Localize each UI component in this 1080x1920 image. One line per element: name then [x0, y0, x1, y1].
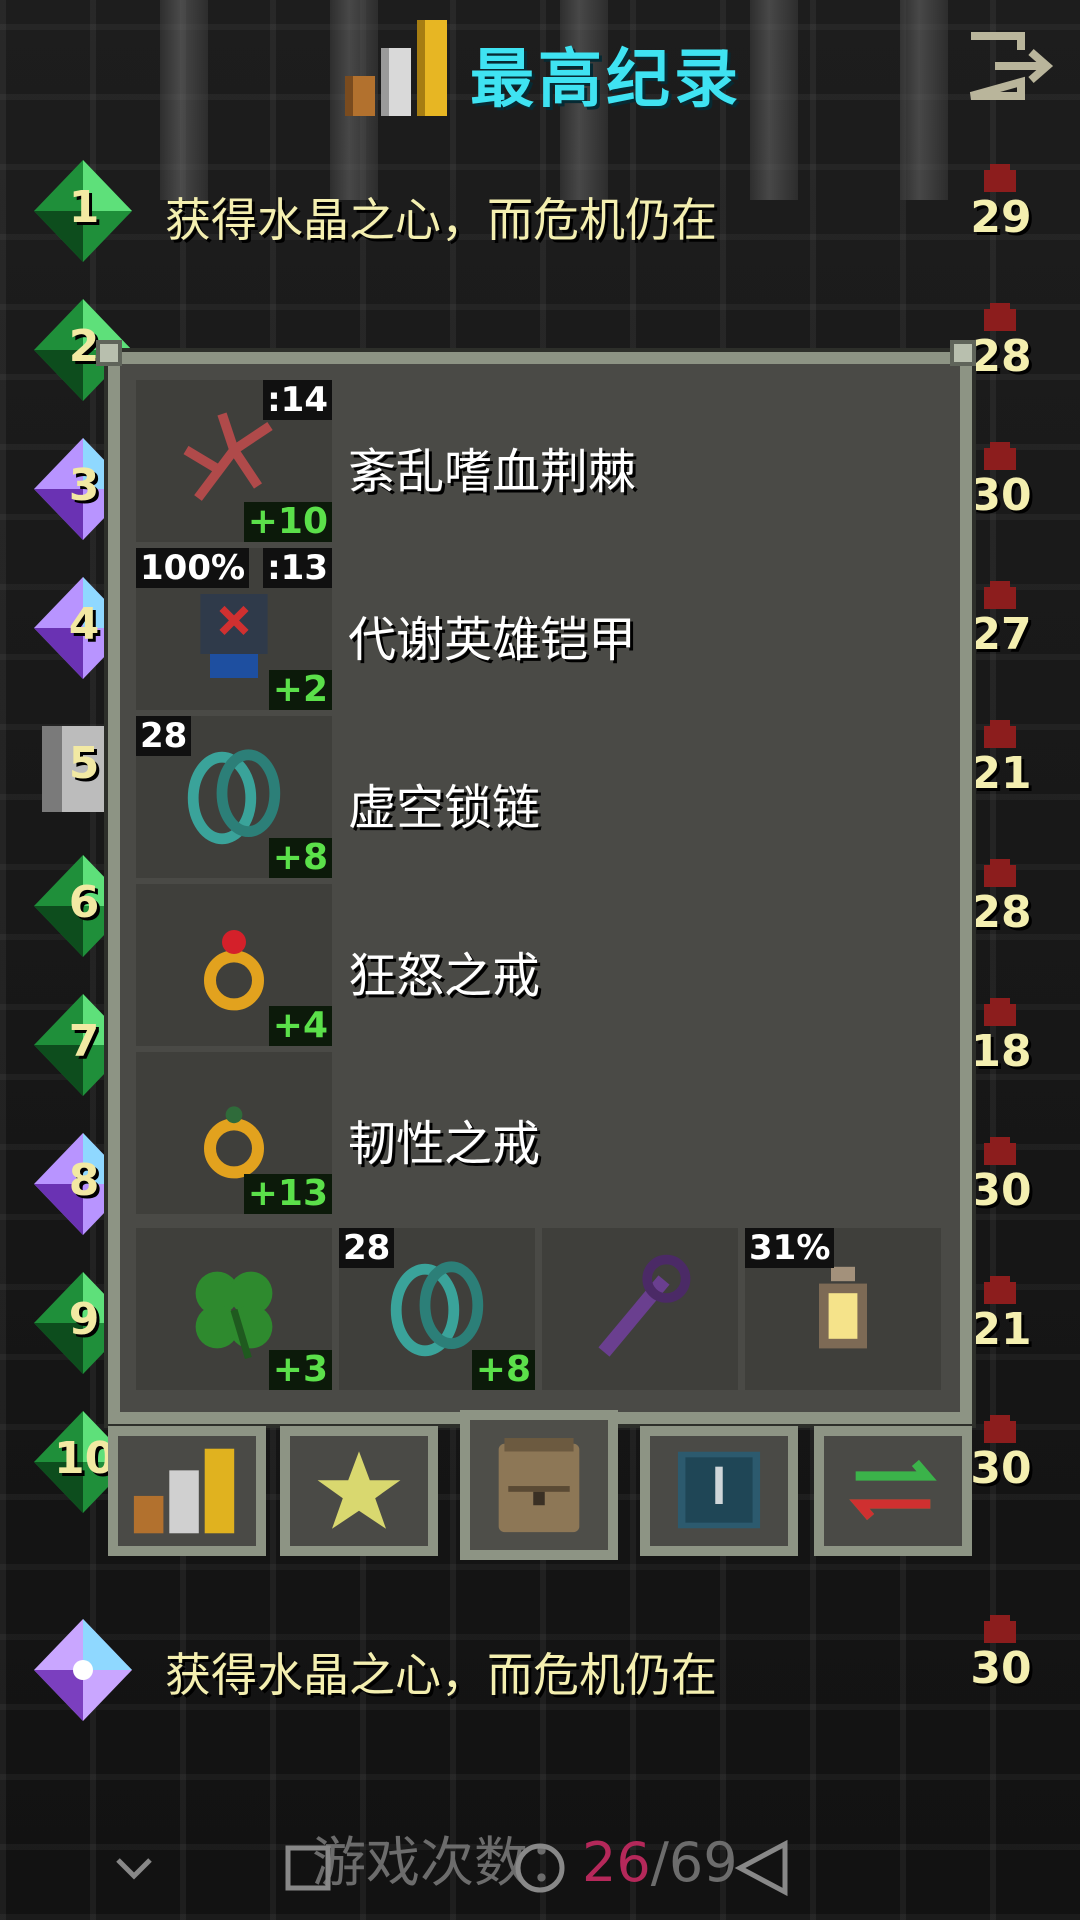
panel-corner: [96, 340, 122, 366]
record-badge-icon: [984, 1137, 1016, 1165]
item-slot[interactable]: :14 +10: [136, 380, 332, 542]
swap-arrows-icon: [849, 1459, 937, 1521]
page-title: 最高纪录: [470, 43, 742, 117]
tab-rankings[interactable]: [108, 1426, 266, 1556]
item-upgrade-level: +10: [243, 502, 332, 542]
record-score: 18: [970, 1026, 1032, 1077]
item-charge-label: :13: [263, 548, 332, 588]
panel-corner: [950, 340, 976, 366]
record-score: 28: [970, 331, 1032, 382]
item-name: 韧性之戒: [348, 1116, 541, 1172]
record-badge-icon: [984, 581, 1016, 609]
record-score: 21: [970, 748, 1032, 799]
record-badge-icon: [984, 303, 1016, 331]
quick-slot[interactable]: 28 +8: [339, 1228, 535, 1390]
record-badge-icon: [984, 720, 1016, 748]
item-slot[interactable]: 28 +8: [136, 716, 332, 878]
record-row[interactable]: 1 获得水晶之心，而危机仍在 29: [0, 156, 1080, 266]
quick-slot[interactable]: [542, 1228, 738, 1390]
item-top-left-label: 100%: [136, 548, 250, 588]
skull-icon: [984, 1615, 1016, 1643]
crystal-heart-icon: [34, 1619, 132, 1721]
record-score: 30: [970, 1443, 1032, 1494]
record-rank: 4: [68, 599, 100, 650]
star-icon: [317, 1451, 401, 1529]
rankings-icon: [133, 1448, 235, 1534]
item-slot[interactable]: +13: [136, 1052, 332, 1214]
quick-slot-upgrade-level: +8: [471, 1350, 535, 1390]
record-rank: 6: [68, 877, 100, 928]
current-record-row[interactable]: 获得水晶之心，而危机仍在 30: [0, 1615, 1080, 1725]
tab-swap[interactable]: [814, 1426, 972, 1556]
record-score: 21: [970, 1304, 1032, 1355]
backpack-icon: [498, 1438, 580, 1533]
item-name: 代谢英雄铠甲: [348, 612, 637, 668]
panel-tabs: [108, 1410, 972, 1560]
header: 最高纪录: [0, 0, 1080, 150]
rankings-icon: [345, 20, 447, 116]
record-score: 30: [970, 1165, 1032, 1216]
record-rank: 1: [68, 182, 100, 233]
item-name: 虚空锁链: [348, 780, 541, 836]
recents-square-icon[interactable]: [285, 1845, 331, 1891]
system-navbar: [116, 1840, 788, 1897]
item-upgrade-level: +8: [268, 838, 332, 878]
equipment-item[interactable]: 100% :13 +2 代谢英雄铠甲: [136, 548, 938, 710]
tab-badges[interactable]: [280, 1426, 438, 1556]
lantern-icon: [819, 1266, 867, 1349]
item-name: 狂怒之戒: [348, 948, 541, 1004]
record-text: 获得水晶之心，而危机仍在: [165, 193, 717, 247]
wand-icon: [598, 1254, 691, 1357]
record-badge-icon: [984, 859, 1016, 887]
record-rank: 8: [68, 1155, 100, 1206]
record-rank: 7: [68, 1016, 100, 1067]
item-name: 紊乱嗜血荆棘: [348, 444, 637, 500]
quick-slot[interactable]: 31%: [745, 1228, 941, 1390]
item-charge-label: :14: [263, 380, 332, 420]
item-slot[interactable]: 100% :13 +2: [136, 548, 332, 710]
record-rank: 3: [68, 460, 100, 511]
quick-slot[interactable]: +3: [136, 1228, 332, 1390]
record-rank: 9: [68, 1294, 100, 1345]
exit-icon: [969, 32, 1054, 100]
record-score: 30: [970, 470, 1032, 521]
record-rank: 10: [54, 1433, 116, 1484]
record-badge-icon: [984, 1415, 1016, 1443]
item-upgrade-level: +4: [268, 1006, 332, 1046]
record-score: 29: [970, 192, 1032, 243]
equipment-item[interactable]: :14 +10 紊乱嗜血荆棘: [136, 380, 938, 542]
item-upgrade-level: +13: [243, 1174, 332, 1214]
back-triangle-icon[interactable]: [734, 1840, 788, 1897]
item-slot[interactable]: +4: [136, 884, 332, 1046]
record-badge-icon: [984, 998, 1016, 1026]
journal-icon: [677, 1451, 761, 1529]
tab-journal[interactable]: [640, 1426, 798, 1556]
record-rank: 5: [68, 738, 100, 789]
record-score: 28: [970, 887, 1032, 938]
record-score: 27: [970, 609, 1032, 660]
record-badge-icon: [984, 164, 1016, 192]
home-circle-icon[interactable]: [515, 1843, 565, 1893]
equipment-item[interactable]: 28 +8 虚空锁链: [136, 716, 938, 878]
quick-slot-upgrade-level: +3: [268, 1350, 332, 1390]
quick-slot-top-label: 28: [339, 1228, 395, 1268]
equipment-item[interactable]: +13 韧性之戒: [136, 1052, 938, 1214]
item-top-left-label: 28: [136, 716, 192, 756]
quick-slot-top-label: 31%: [745, 1228, 835, 1268]
exit-button[interactable]: [965, 30, 1057, 102]
current-record-text: 获得水晶之心，而危机仍在: [165, 1648, 717, 1702]
current-record-score: 30: [970, 1643, 1032, 1694]
collapse-chevron-icon[interactable]: [116, 1858, 152, 1880]
item-upgrade-level: +2: [268, 670, 332, 710]
record-badge-icon: [984, 442, 1016, 470]
equipment-item[interactable]: +4 狂怒之戒: [136, 884, 938, 1046]
tab-inventory[interactable]: [460, 1410, 618, 1560]
record-badge-icon: [984, 1276, 1016, 1304]
